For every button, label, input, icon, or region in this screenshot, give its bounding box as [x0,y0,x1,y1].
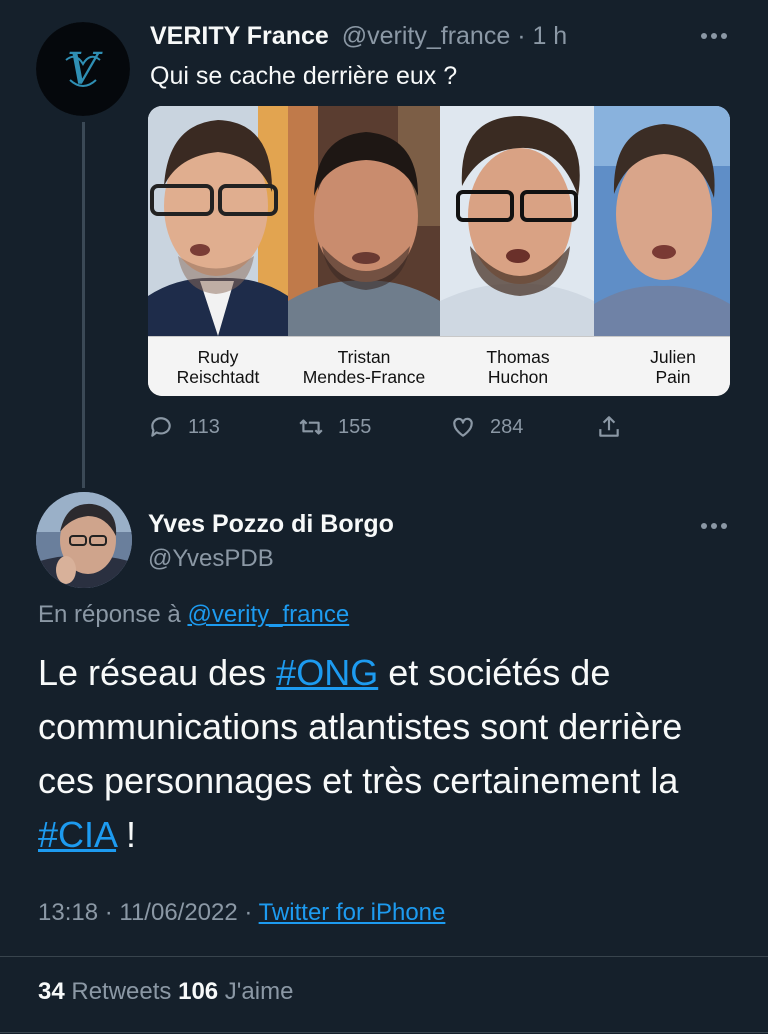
more-icon[interactable] [694,26,734,46]
tweet2-timestamp: 13:18 · 11/06/2022 · Twitter for iPhone [38,899,445,927]
reply-count: 113 [188,415,220,438]
caption-rudy: Rudy Reischtadt [148,347,288,387]
more-icon[interactable] [694,516,734,536]
caption-line: Julien [650,347,696,367]
caption-line: Rudy [197,347,239,367]
tweet1-media-image[interactable]: Rudy Reischtadt Tristan Mendes-France Th… [148,106,730,396]
tweet2-text-part: Le réseau des [38,652,277,693]
tweet1-action-bar: 113 155 284 [148,414,648,448]
retweet-count: 155 [338,415,372,438]
caption-tristan: Tristan Mendes-France [288,347,440,387]
divider [0,1032,768,1033]
caption-line: Tristan [337,347,391,367]
tweet2-handle[interactable]: @YvesPDB [148,545,274,573]
like-button[interactable]: 284 [450,414,523,440]
reply-prefix: En réponse à [38,601,181,628]
likes-stat[interactable]: 106 J'aime [178,978,293,1005]
tweet2-source-link[interactable]: Twitter for iPhone [259,899,446,926]
tweet2-text: Le réseau des #ONG et sociétés de commun… [38,646,738,862]
tweet2-time[interactable]: 13:18 · 11/06/2022 · [38,899,252,926]
tweet1-text: Qui se cache derrière eux ? [150,62,458,90]
divider [0,956,768,957]
tweet2-stats: 34 Retweets 106 J'aime [38,978,293,1006]
reply-context: En réponse à @verity_france [38,601,349,629]
retweet-button[interactable]: 155 [298,414,371,440]
retweets-stat[interactable]: 34 Retweets [38,978,178,1005]
photo-rudy [148,106,288,336]
retweet-icon [299,419,323,435]
tweet1-author-line[interactable]: VERITY France @verity_france · 1 h [150,22,567,51]
caption-thomas: Thomas Huchon [448,347,588,387]
photo-thomas [440,106,594,336]
likes-count: 106 [178,978,219,1005]
caption-line: Thomas [486,347,550,367]
photo-tristan [288,106,440,336]
likes-label: J'aime [218,978,294,1005]
share-button[interactable] [596,414,636,440]
hashtag-ong[interactable]: #ONG [276,652,378,693]
like-icon [453,417,473,437]
yves-avatar[interactable] [36,492,132,588]
retweets-count: 34 [38,978,65,1005]
caption-julien: Julien Pain [618,347,728,387]
reply-icon [151,417,171,437]
tweet1-time[interactable]: · 1 h [517,22,567,50]
tweet1-handle[interactable]: @verity_france [342,22,511,50]
tweet2-author-name[interactable]: Yves Pozzo di Borgo [148,510,394,539]
caption-line: Pain [655,367,691,387]
tweet1-author-name[interactable]: VERITY France [150,22,329,50]
reply-to-link[interactable]: @verity_france [187,601,349,628]
verity-avatar[interactable]: V [36,22,130,116]
photo-julien [594,106,730,336]
like-count: 284 [490,415,524,438]
caption-line: Mendes-France [302,367,426,387]
reply-button[interactable]: 113 [148,414,220,440]
caption-line: Huchon [487,367,549,387]
thread-connector-line [82,122,85,488]
tweet2-text-part: ! [116,814,137,855]
retweets-label: Retweets [64,978,179,1005]
media-caption-bar: Rudy Reischtadt Tristan Mendes-France Th… [148,336,730,396]
hashtag-cia[interactable]: #CIA [38,814,116,855]
share-icon [599,416,619,437]
caption-line: Reischtadt [176,367,260,387]
svg-text:V: V [67,44,103,95]
